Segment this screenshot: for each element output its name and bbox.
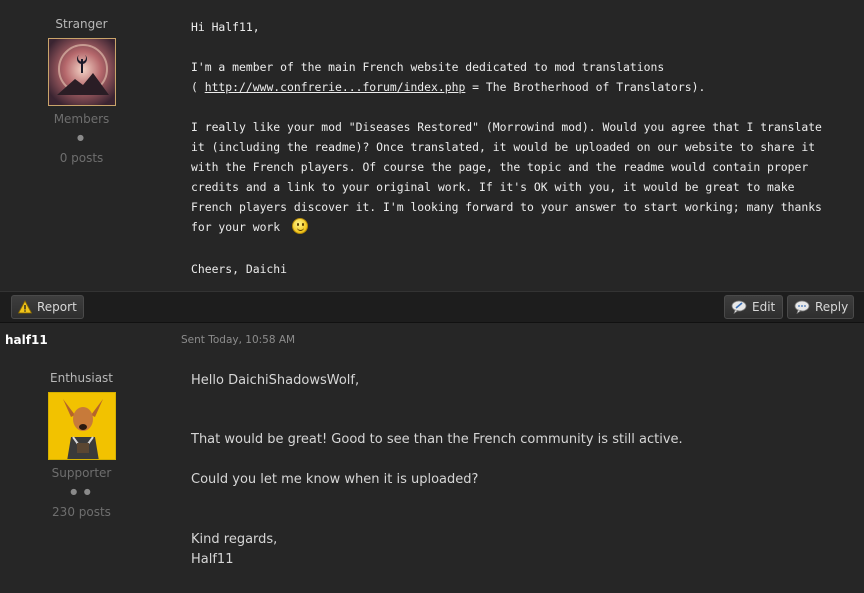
message-line: I really like your mod "Diseases Restore… bbox=[191, 120, 822, 134]
rank-pips: ● bbox=[77, 133, 86, 142]
website-link[interactable]: http://www.confrerie...forum/index.php bbox=[205, 80, 466, 94]
message-line: for your work bbox=[191, 220, 281, 234]
member-group: Members bbox=[53, 112, 110, 126]
message-line-with-smiley: for your work bbox=[191, 217, 309, 237]
message-paragraph: That would be great! Good to see than th… bbox=[191, 432, 683, 447]
message-line: it (including the readme)? Once translat… bbox=[191, 140, 816, 154]
message-line: I'm a member of the main French website … bbox=[191, 60, 665, 74]
report-label: Report bbox=[37, 300, 77, 314]
message-greeting: Hello DaichiShadowsWolf, bbox=[191, 373, 360, 388]
sent-timestamp: Sent Today, 10:58 AM bbox=[181, 334, 296, 346]
message-line: credits and a link to your original work… bbox=[191, 180, 795, 194]
rank-pips: ● ● bbox=[70, 487, 93, 496]
post-toolbar: Report Edit Reply bbox=[0, 291, 864, 323]
link-prefix: ( bbox=[191, 80, 205, 94]
post-count: 0 posts bbox=[59, 151, 104, 165]
message-line: Hi Half11, bbox=[191, 20, 260, 34]
message-signature: Half11 bbox=[191, 552, 234, 567]
report-button[interactable]: Report bbox=[11, 295, 84, 319]
message-closing: Kind regards, bbox=[191, 532, 278, 547]
message-paragraph: Could you let me know when it is uploade… bbox=[191, 472, 479, 487]
reply-label: Reply bbox=[815, 300, 849, 314]
message-post-1: Stranger Members ● 0 posts Hi Half11, I'… bbox=[0, 0, 864, 291]
author-name[interactable]: half11 bbox=[5, 333, 48, 347]
author-rank: Stranger bbox=[55, 17, 108, 31]
member-group: Supporter bbox=[51, 466, 112, 480]
post-count: 230 posts bbox=[52, 505, 111, 519]
warning-icon bbox=[17, 299, 33, 321]
message-line: with the French players. Of course the p… bbox=[191, 160, 809, 174]
message-post-2 bbox=[0, 324, 864, 593]
avatar[interactable] bbox=[48, 392, 116, 460]
edit-bubble-icon bbox=[731, 299, 747, 321]
message-signoff: Cheers, Daichi bbox=[191, 262, 288, 276]
message-line: French players discover it. I'm looking … bbox=[191, 200, 822, 214]
reply-bubble-icon bbox=[794, 299, 810, 321]
edit-button[interactable]: Edit bbox=[724, 295, 783, 319]
message-link-line: ( http://www.confrerie...forum/index.php… bbox=[191, 77, 705, 97]
avatar[interactable] bbox=[48, 38, 116, 106]
smiley-icon bbox=[292, 218, 309, 234]
edit-label: Edit bbox=[752, 300, 776, 314]
link-suffix: = The Brotherhood of Translators). bbox=[465, 80, 706, 94]
author-rank: Enthusiast bbox=[50, 371, 113, 385]
reply-button[interactable]: Reply bbox=[787, 295, 854, 319]
